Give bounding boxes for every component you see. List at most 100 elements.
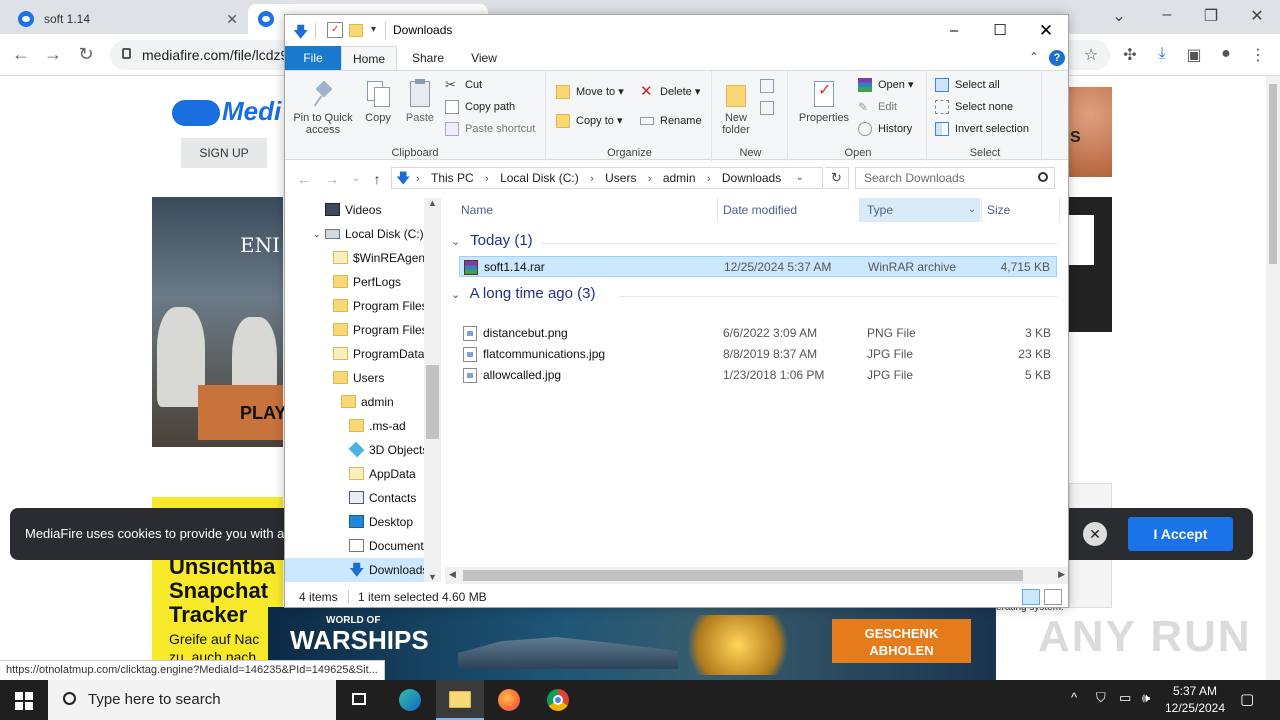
expanded-chevron-icon[interactable]: ⌄ xyxy=(313,222,321,246)
easy-access-icon[interactable] xyxy=(760,101,774,115)
explorer-maximize-button[interactable]: ☐ xyxy=(977,15,1023,46)
side-ad-image[interactable]: S xyxy=(1069,87,1112,177)
firefox-icon[interactable] xyxy=(485,680,533,720)
rename-button[interactable]: Rename xyxy=(640,112,702,130)
paste-shortcut-button[interactable]: Paste shortcut xyxy=(445,120,535,138)
nav-item-admin[interactable]: admin xyxy=(285,390,424,414)
browser-tab[interactable]: soft 1.14 ✕ xyxy=(8,4,246,34)
column-header-name[interactable]: Name xyxy=(461,198,493,222)
browser-restore-button[interactable]: ❐ xyxy=(1196,6,1226,26)
tab-search-chevron-icon[interactable]: ⌄ xyxy=(1104,6,1134,26)
invert-selection-button[interactable]: Invert selection xyxy=(935,120,1029,138)
tab-share[interactable]: Share xyxy=(407,46,449,70)
file-row[interactable]: distancebut.png 6/6/2022 3:09 AM PNG Fil… xyxy=(459,323,1057,344)
group-header-today[interactable]: ⌄ Today (1) xyxy=(451,232,533,249)
up-arrow-icon[interactable]: ↑ xyxy=(368,171,386,187)
navigation-scrollbar[interactable]: ▲ ▼ xyxy=(424,198,441,582)
file-row[interactable]: flatcommunications.jpg 8/8/2019 8:37 AM … xyxy=(459,344,1057,365)
type-filter-chevron-icon[interactable]: ⌄ xyxy=(964,198,980,222)
tab-file[interactable]: File xyxy=(285,46,341,70)
details-view-icon[interactable] xyxy=(1022,589,1040,605)
properties-button[interactable]: ✓ Properties xyxy=(796,79,852,124)
forward-arrow-icon[interactable]: → xyxy=(323,171,341,187)
banner-cta-button[interactable]: GESCHENK ABHOLEN xyxy=(832,619,971,663)
nav-item-programdata[interactable]: ProgramData xyxy=(285,342,424,366)
copy-button[interactable]: Copy xyxy=(359,79,397,124)
new-folder-button[interactable]: New folder xyxy=(718,79,754,136)
breadcrumb-users[interactable]: Users xyxy=(605,168,636,188)
copy-to-button[interactable]: Copy to ▾ xyxy=(556,112,623,130)
forward-arrow-icon[interactable]: → xyxy=(42,44,64,65)
paste-button[interactable]: Paste xyxy=(401,79,439,124)
profile-avatar-icon[interactable]: ● xyxy=(1215,45,1237,63)
nav-item-program-files-x86[interactable]: Program Files xyxy=(285,318,428,342)
nav-item-appdata[interactable]: AppData xyxy=(285,462,424,486)
explorer-close-button[interactable]: ✕ xyxy=(1023,15,1068,46)
breadcrumb-local-disk[interactable]: Local Disk (C:) xyxy=(500,168,579,188)
show-hidden-icons-chevron-icon[interactable]: ^ xyxy=(1071,690,1077,705)
nav-item-users[interactable]: Users xyxy=(285,366,424,390)
help-icon[interactable]: ? xyxy=(1049,50,1065,66)
tab-close-icon[interactable]: ✕ xyxy=(226,11,238,28)
pin-quick-access-button[interactable]: Pin to Quick access xyxy=(291,79,355,136)
download-icon[interactable]: ⤓ xyxy=(1151,45,1173,63)
signup-button[interactable]: SIGN UP xyxy=(181,138,267,168)
nav-item-documents[interactable]: Documents xyxy=(285,534,430,558)
bookmark-star-icon[interactable]: ☆ xyxy=(1080,45,1102,65)
taskbar-search-input[interactable]: Type here to search xyxy=(48,680,336,720)
start-button[interactable] xyxy=(0,680,48,720)
tab-view[interactable]: View xyxy=(465,46,503,70)
volume-icon[interactable]: 🕪 xyxy=(1142,690,1150,706)
column-header-size[interactable]: Size xyxy=(987,198,1010,222)
task-view-icon[interactable] xyxy=(336,680,384,720)
nav-item-3d-objects[interactable]: 3D Objects xyxy=(285,438,428,462)
taskbar-clock[interactable]: 5:37 AM 12/25/2024 xyxy=(1160,683,1230,717)
explorer-minimize-button[interactable]: – xyxy=(931,15,977,46)
file-explorer-icon[interactable] xyxy=(436,680,484,720)
edit-button[interactable]: ✎ Edit xyxy=(858,98,897,116)
notifications-icon[interactable]: ▢ xyxy=(1240,690,1254,708)
network-icon[interactable]: ▭ xyxy=(1119,690,1131,706)
collapse-ribbon-chevron-icon[interactable]: ⌃ xyxy=(1029,50,1039,64)
breadcrumb-downloads[interactable]: Downloads xyxy=(722,168,781,188)
history-button[interactable]: History xyxy=(858,120,912,138)
cut-button[interactable]: ✂ Cut xyxy=(445,76,482,94)
column-header-date-modified[interactable]: Date modified xyxy=(723,198,797,222)
cookie-accept-button[interactable]: I Accept xyxy=(1128,517,1233,551)
back-arrow-icon[interactable]: ← xyxy=(295,171,313,187)
address-dropdown-chevron-icon[interactable]: ⌄ xyxy=(796,168,804,188)
browser-close-button[interactable]: ✕ xyxy=(1242,6,1272,26)
cookie-close-icon[interactable]: ✕ xyxy=(1083,522,1107,546)
nav-item-ms-ad[interactable]: .ms-ad xyxy=(285,414,424,438)
nav-item-contacts[interactable]: Contacts xyxy=(285,486,424,510)
security-icon[interactable]: ⛉ xyxy=(1096,690,1106,706)
file-row[interactable]: allowcalled.jpg 1/23/2018 1:06 PM JPG Fi… xyxy=(459,365,1057,386)
edge-browser-icon[interactable] xyxy=(386,680,434,720)
select-none-button[interactable]: Select none xyxy=(935,98,1013,116)
horizontal-scrollbar[interactable]: ◀ ▶ xyxy=(445,567,1068,584)
nav-item-winreagent[interactable]: $WinREAgent xyxy=(285,246,428,270)
quick-access-download-icon[interactable]: 🡇 xyxy=(293,22,309,41)
breadcrumb[interactable]: 🡇 › This PC › Local Disk (C:) › Users › … xyxy=(391,167,823,189)
breadcrumb-admin[interactable]: admin xyxy=(663,168,696,188)
search-input[interactable]: Search Downloads xyxy=(855,167,1055,189)
breadcrumb-this-pc[interactable]: This PC xyxy=(431,168,474,188)
move-to-button[interactable]: Move to ▾ xyxy=(556,83,624,101)
chrome-icon[interactable] xyxy=(534,680,582,720)
new-folder-icon[interactable] xyxy=(349,24,363,37)
page-scrollbar[interactable] xyxy=(1266,76,1280,680)
file-row[interactable]: soft1.14.rar 12/25/2024 5:37 AM WinRAR a… xyxy=(459,256,1057,277)
refresh-icon[interactable]: ↻ xyxy=(825,167,849,189)
nav-item-desktop[interactable]: Desktop xyxy=(285,510,424,534)
extensions-icon[interactable]: ✣ xyxy=(1119,45,1141,65)
nav-item-program-files[interactable]: Program Files xyxy=(285,294,428,318)
nav-item-videos[interactable]: Videos xyxy=(285,198,424,222)
nav-item-perflogs[interactable]: PerfLogs xyxy=(285,270,424,294)
side-panel-icon[interactable]: ▣ xyxy=(1183,45,1205,65)
column-header-type[interactable]: Type xyxy=(860,198,980,222)
recent-locations-chevron-icon[interactable]: ⌄ xyxy=(347,173,365,184)
large-icons-view-icon[interactable] xyxy=(1044,589,1062,605)
tab-home[interactable]: Home xyxy=(341,46,397,70)
open-button[interactable]: Open ▾ xyxy=(858,76,914,94)
customize-chevron-icon[interactable]: ▾ xyxy=(371,24,376,35)
